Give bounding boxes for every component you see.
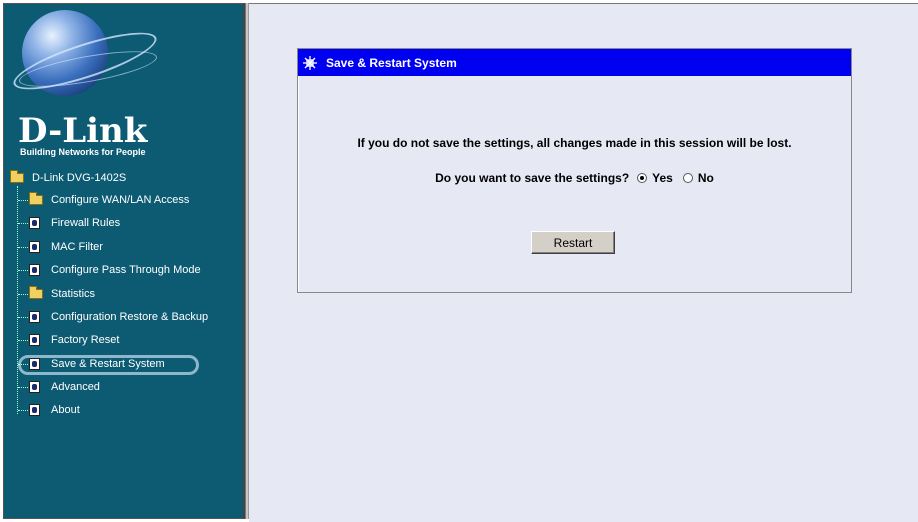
page-icon <box>29 404 40 416</box>
yes-label[interactable]: Yes <box>652 171 673 185</box>
yes-radio[interactable] <box>637 173 648 183</box>
sidebar-item-mac-filter[interactable]: MAC Filter <box>18 238 103 256</box>
sidebar-item-label: Configure Pass Through Mode <box>51 264 201 276</box>
logo-tagline: Building Networks for People <box>20 147 146 157</box>
sidebar-item-label: About <box>51 404 80 416</box>
no-label[interactable]: No <box>698 171 714 185</box>
panel-title: Save & Restart System <box>326 55 457 70</box>
folder-icon <box>29 192 43 205</box>
sidebar: D-Link Building Networks for People D-Li… <box>3 3 245 519</box>
page-icon <box>29 217 40 229</box>
main-content: Save & Restart System If you do not save… <box>249 3 918 522</box>
page-icon <box>29 241 40 253</box>
open-folder-icon <box>10 170 24 183</box>
sidebar-item-factory-reset[interactable]: Factory Reset <box>18 331 119 349</box>
sidebar-item-label: MAC Filter <box>51 241 103 253</box>
sidebar-item-label: Configure WAN/LAN Access <box>51 194 190 206</box>
network-icon <box>302 55 318 71</box>
tree-root[interactable]: D-Link DVG-1402S <box>10 170 126 186</box>
sidebar-item-save-restart[interactable]: Save & Restart System <box>18 355 165 373</box>
sidebar-item-firewall-rules[interactable]: Firewall Rules <box>18 214 120 232</box>
sidebar-item-pass-through[interactable]: Configure Pass Through Mode <box>18 261 201 279</box>
page-icon <box>29 358 40 370</box>
save-restart-panel: Save & Restart System If you do not save… <box>297 48 852 293</box>
page-icon <box>29 311 40 323</box>
tree-root-label: D-Link DVG-1402S <box>32 172 127 184</box>
folder-icon <box>29 286 43 299</box>
panel-header: Save & Restart System <box>298 49 851 76</box>
save-question-row: Do you want to save the settings? Yes No <box>298 171 851 185</box>
page-icon <box>29 264 40 276</box>
sidebar-item-label: Statistics <box>51 288 96 300</box>
sidebar-item-config-restore-backup[interactable]: Configuration Restore & Backup <box>18 308 208 326</box>
restart-button[interactable]: Restart <box>531 231 615 254</box>
sidebar-item-advanced[interactable]: Advanced <box>18 378 100 396</box>
save-question: Do you want to save the settings? <box>435 171 630 185</box>
sidebar-item-label: Configuration Restore & Backup <box>51 311 209 323</box>
no-radio[interactable] <box>682 173 693 183</box>
sidebar-item-label: Firewall Rules <box>51 217 121 229</box>
page-icon <box>29 381 40 393</box>
sidebar-item-label: Factory Reset <box>51 334 120 346</box>
sidebar-item-configure-wan-lan[interactable]: Configure WAN/LAN Access <box>18 191 189 209</box>
sidebar-item-statistics[interactable]: Statistics <box>18 285 95 303</box>
sidebar-item-label: Save & Restart System <box>51 358 165 370</box>
sidebar-item-label: Advanced <box>51 381 100 393</box>
logo-brand: D-Link <box>18 111 148 151</box>
sidebar-item-about[interactable]: About <box>18 401 80 419</box>
warning-message: If you do not save the settings, all cha… <box>357 136 792 150</box>
page-icon <box>29 334 40 346</box>
